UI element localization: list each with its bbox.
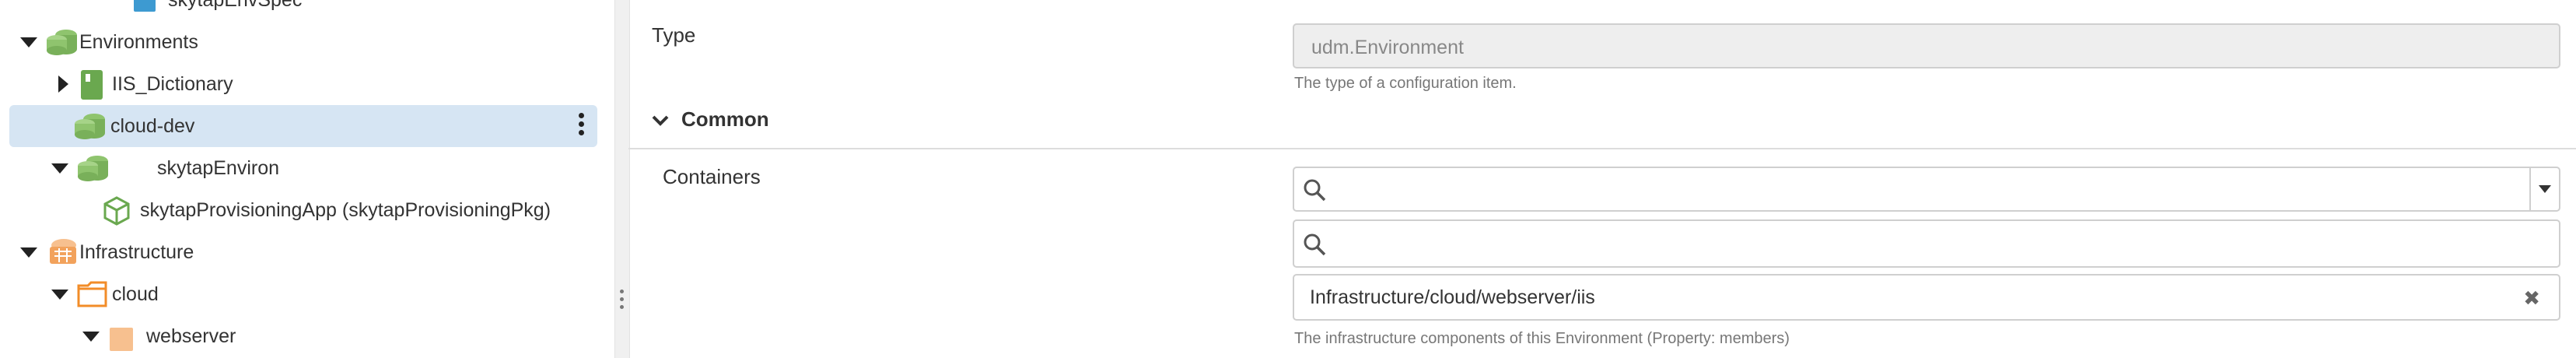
tree-item-label: Infrastructure xyxy=(79,241,194,263)
chevron-down-icon xyxy=(650,111,670,135)
tree-item-environments[interactable]: Environments xyxy=(9,21,597,63)
panel-splitter[interactable] xyxy=(614,0,630,358)
containers-help-text: The infrastructure components of this En… xyxy=(1294,330,1790,347)
type-label: Type xyxy=(652,23,696,47)
more-options-icon[interactable] xyxy=(577,113,585,139)
caret-down-icon xyxy=(2539,185,2551,193)
environment-icon xyxy=(44,27,79,61)
environment-icon xyxy=(72,111,107,145)
tree-item-label: cloud xyxy=(112,283,159,305)
member-path: Infrastructure/cloud/webserver/iis xyxy=(1310,286,1595,308)
type-help-text: The type of a configuration item. xyxy=(1294,75,1517,92)
dictionary-icon xyxy=(78,69,106,104)
containers-dropdown[interactable] xyxy=(1293,167,2560,212)
tree-item-skytapenvspec[interactable]: skytapEnvSpec xyxy=(9,0,597,21)
server-icon xyxy=(107,321,135,355)
tree-item-label: skytapEnviron xyxy=(157,157,280,179)
tree-item-iis-dictionary[interactable]: IIS_Dictionary xyxy=(9,63,597,105)
infrastructure-icon xyxy=(44,237,79,271)
chevron-down-icon[interactable] xyxy=(17,21,39,63)
tree-item-cloud-dev[interactable]: cloud-dev xyxy=(9,105,597,147)
tree-item-label: webserver xyxy=(146,325,236,347)
package-icon xyxy=(101,195,132,230)
type-value: udm.Environment xyxy=(1311,37,1464,58)
chevron-down-icon[interactable] xyxy=(17,231,39,273)
type-field: udm.Environment xyxy=(1293,23,2560,68)
repository-tree: skytapEnvSpec Environments IIS_Dictionar… xyxy=(0,0,614,358)
tree-item-skytapenviron[interactable]: skytapEnviron xyxy=(9,147,597,189)
properties-form: Type udm.Environment The type of a confi… xyxy=(628,0,2576,358)
containers-filter-input[interactable] xyxy=(1293,219,2560,268)
search-icon xyxy=(1302,177,1327,206)
spec-icon xyxy=(132,0,157,19)
tree-item-skytapprovisioningapp[interactable]: skytapProvisioningApp (skytapProvisionin… xyxy=(9,189,597,231)
common-section-toggle[interactable]: Common xyxy=(650,107,961,135)
tree-item-label: Environments xyxy=(79,31,198,53)
environment-icon xyxy=(75,153,110,187)
containers-label: Containers xyxy=(663,165,761,188)
tree-item-label: skytapEnvSpec xyxy=(168,0,303,11)
container-member-item: Infrastructure/cloud/webserver/iis ✖ xyxy=(1293,274,2560,321)
chevron-down-icon[interactable] xyxy=(48,273,70,315)
folder-icon xyxy=(76,279,109,313)
search-icon xyxy=(1302,232,1327,261)
chevron-down-icon[interactable] xyxy=(48,147,70,189)
tree-item-cloud[interactable]: cloud xyxy=(9,273,597,315)
section-divider xyxy=(628,148,2576,149)
tree-item-label: IIS_Dictionary xyxy=(112,73,233,95)
tree-item-label: skytapProvisioningApp (skytapProvisionin… xyxy=(140,199,551,221)
tree-item-webserver[interactable]: webserver xyxy=(9,315,597,357)
tree-item-label: cloud-dev xyxy=(110,115,195,137)
tree-item-infrastructure[interactable]: Infrastructure xyxy=(9,231,597,273)
chevron-down-icon[interactable] xyxy=(79,315,101,357)
chevron-right-icon[interactable] xyxy=(51,63,73,105)
dropdown-toggle[interactable] xyxy=(2529,168,2559,210)
drag-handle-icon[interactable] xyxy=(620,290,624,313)
remove-icon[interactable]: ✖ xyxy=(2523,286,2540,311)
section-title: Common xyxy=(681,107,769,131)
